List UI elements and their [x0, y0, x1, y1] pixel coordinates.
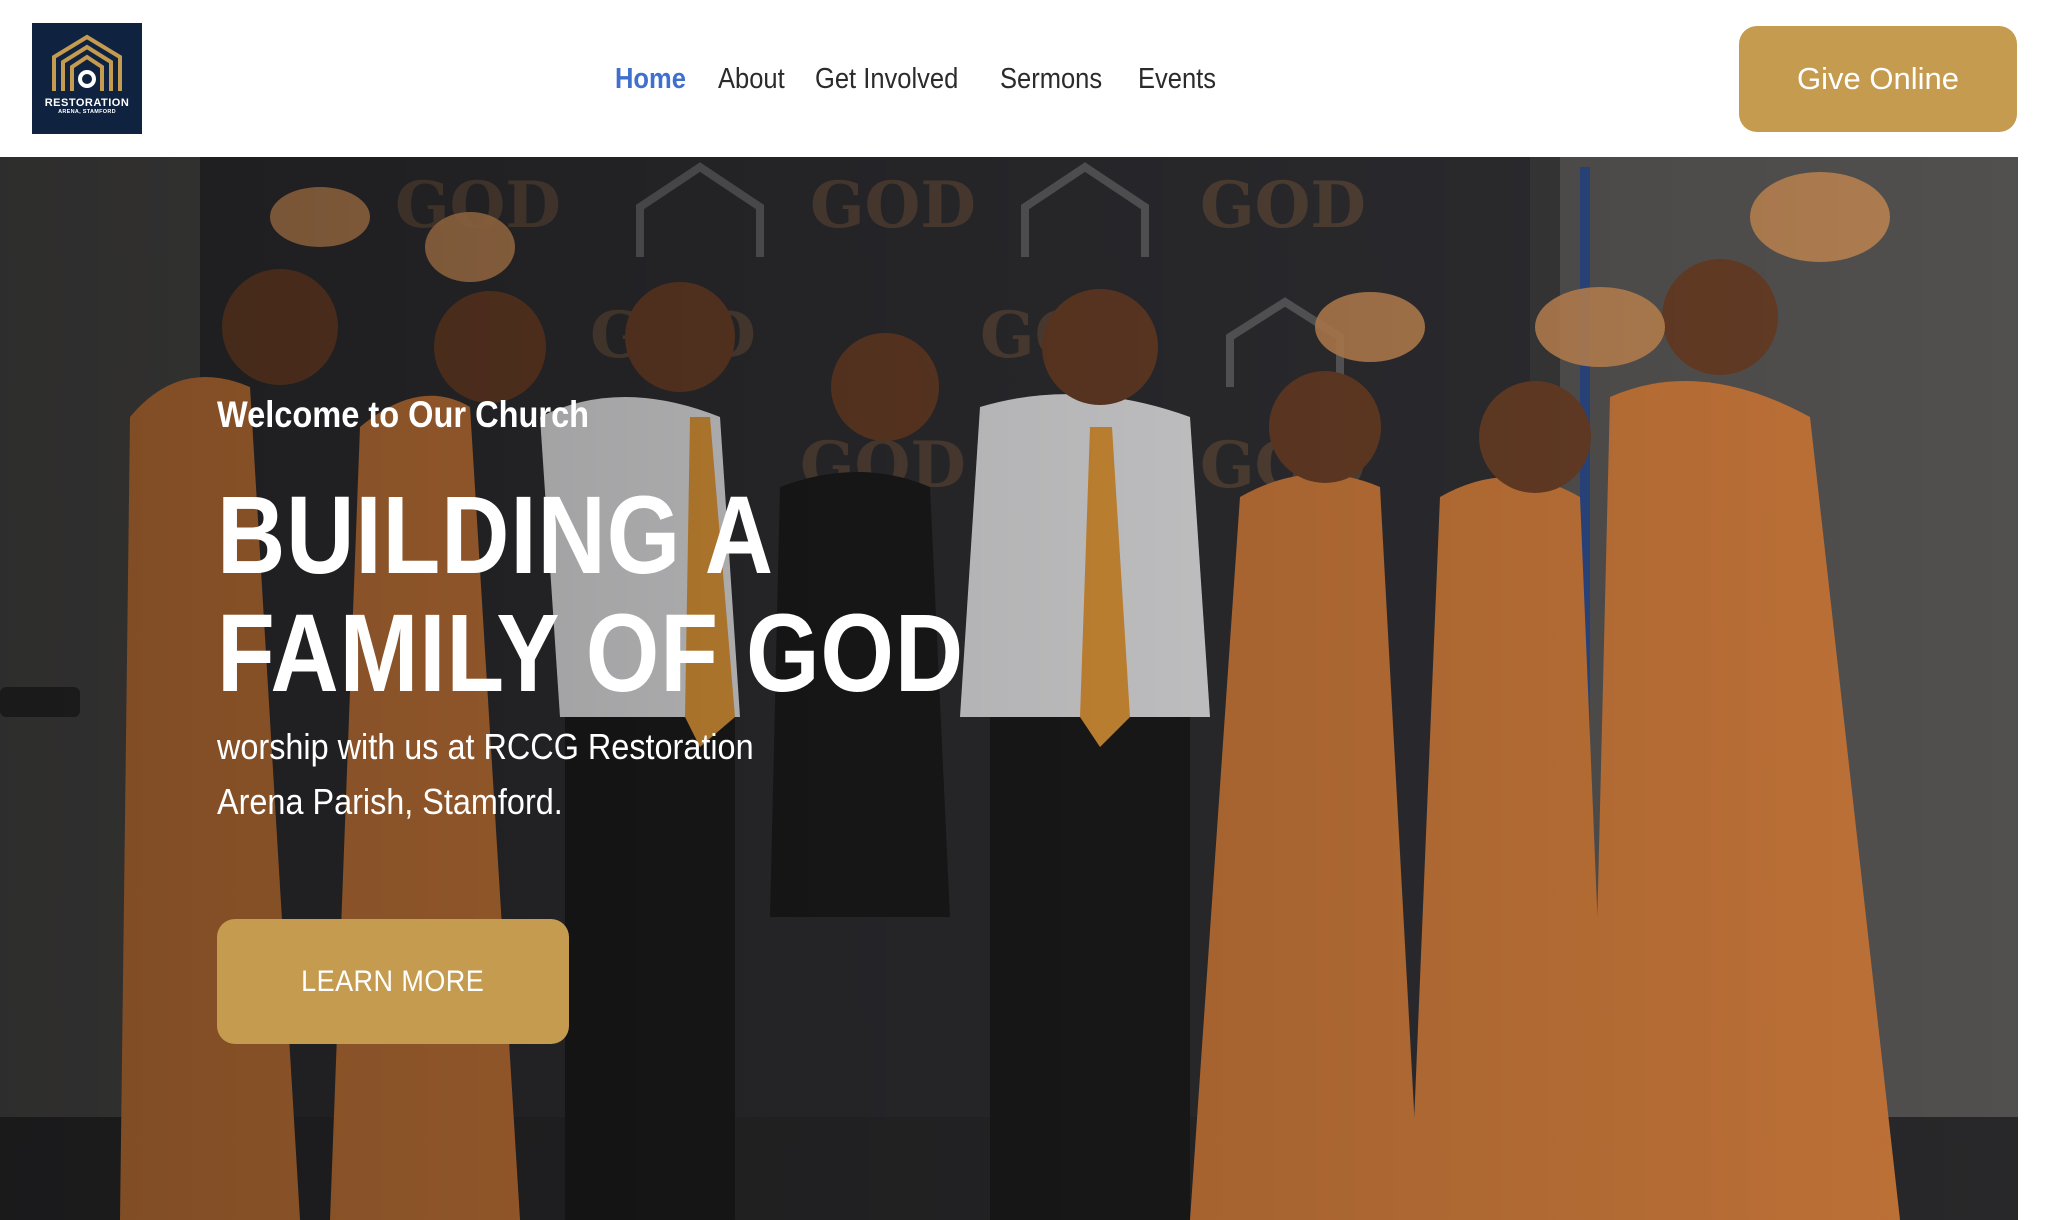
nav-get-involved[interactable]: Get Involved	[815, 63, 958, 96]
logo-wordmark: RESTORATION	[44, 97, 130, 109]
page-gutter	[2018, 157, 2048, 1220]
nav-sermons[interactable]: Sermons	[1000, 63, 1102, 96]
hero-title-line-1: BUILDING A	[217, 474, 774, 597]
logo-subtitle: ARENA, STAMFORD	[58, 109, 116, 115]
learn-more-button[interactable]: LEARN MORE	[217, 919, 569, 1044]
church-logo[interactable]: RESTORATION ARENA, STAMFORD	[32, 23, 142, 134]
nav-about[interactable]: About	[718, 63, 785, 96]
nav-home[interactable]: Home	[615, 63, 686, 96]
learn-more-label: LEARN MORE	[301, 964, 485, 998]
hero-content: Welcome to Our Church BUILDING A FAMILY …	[217, 393, 997, 829]
site-header: RESTORATION ARENA, STAMFORD Home About G…	[0, 0, 2048, 157]
hero-section: GOD GOD GOD GOD GOD GOD GOD	[0, 157, 2018, 1220]
main-nav: Home About Get Involved Sermons Events	[615, 58, 1216, 100]
hero-title-line-2: FAMILY OF GOD	[217, 592, 965, 715]
hero-kicker: Welcome to Our Church	[217, 394, 590, 435]
hero-title: BUILDING A FAMILY OF GOD	[217, 477, 991, 713]
hero-subtitle: worship with us at RCCG Restoration Aren…	[217, 726, 754, 822]
house-logo-icon	[52, 34, 122, 91]
give-online-button[interactable]: Give Online	[1739, 26, 2017, 132]
nav-events[interactable]: Events	[1138, 63, 1216, 96]
